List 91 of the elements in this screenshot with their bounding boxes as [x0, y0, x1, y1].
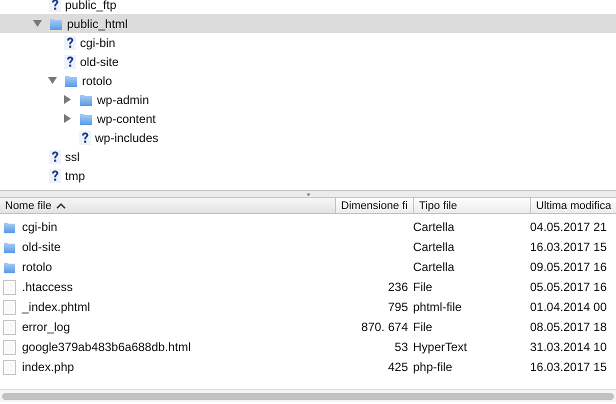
- file-size: 425: [388, 360, 409, 374]
- file-size: 795: [388, 300, 409, 314]
- modified-date: 04.05.2017 21: [530, 220, 608, 234]
- tree-item[interactable]: public_html: [0, 14, 616, 33]
- file-name: error_log: [22, 320, 70, 334]
- tree-item-label: ssl: [65, 150, 80, 164]
- tree-item-label: wp-includes: [95, 130, 158, 144]
- question-mark-icon: [64, 54, 76, 68]
- file-type: Cartella: [413, 220, 456, 234]
- tree-item[interactable]: tmp: [0, 166, 616, 185]
- file-name: rotolo: [22, 260, 52, 274]
- file-type: php-file: [413, 360, 454, 374]
- column-header[interactable]: Tipo file: [413, 198, 530, 213]
- file-name: google379ab483b6a688db.html: [22, 340, 191, 354]
- tree-item-label: wp-admin: [97, 92, 150, 106]
- tree-item[interactable]: wp-admin: [0, 90, 616, 109]
- file-name: _index.phtml: [22, 300, 90, 314]
- tree-item[interactable]: public_ftp: [0, 0, 616, 14]
- tree-item-label: old-site: [80, 54, 119, 68]
- file-row[interactable]: index.php 425 php-file 16.03.2017 15: [0, 357, 616, 377]
- sort-ascending-icon: [56, 202, 66, 208]
- modified-date: 05.05.2017 16: [530, 280, 608, 294]
- file-type: Cartella: [413, 240, 456, 254]
- modified-date: 16.03.2017 15: [530, 360, 608, 374]
- tree-item[interactable]: old-site: [0, 52, 616, 71]
- modified-date: 16.03.2017 15: [530, 240, 608, 254]
- file-name: cgi-bin: [22, 220, 58, 234]
- question-mark-icon: [49, 0, 61, 12]
- tree-item-label: cgi-bin: [80, 36, 116, 50]
- scrollbar-thumb[interactable]: [2, 392, 614, 400]
- modified-date: 31.03.2014 10: [530, 340, 608, 354]
- file-type: File: [413, 280, 434, 294]
- file-icon: [3, 360, 16, 374]
- folder-icon: [79, 92, 93, 106]
- tree-item-label: wp-content: [97, 112, 156, 126]
- tree-item-label: tmp: [65, 168, 86, 182]
- file-icon: [3, 280, 16, 294]
- file-icon: [3, 320, 16, 334]
- column-header-label: Dimensione fi: [341, 200, 408, 212]
- question-mark-icon: [49, 168, 61, 182]
- file-size: 236: [388, 280, 409, 294]
- file-type: File: [413, 320, 434, 334]
- expanded-triangle-icon[interactable]: [48, 76, 56, 85]
- file-type: phtml-file: [413, 300, 463, 314]
- question-mark-icon: [49, 150, 61, 164]
- file-name: old-site: [22, 240, 61, 254]
- file-name: .htaccess: [22, 280, 73, 294]
- file-row[interactable]: google379ab483b6a688db.html 53 HyperText 31.03.2014 10: [0, 337, 616, 357]
- tree-item-label: rotolo: [82, 74, 112, 88]
- column-header[interactable]: Dimensione fi: [335, 198, 413, 213]
- file-type: HyperText: [413, 340, 468, 354]
- question-mark-icon: [79, 130, 91, 144]
- collapsed-triangle-icon[interactable]: [62, 114, 72, 123]
- tree-item[interactable]: wp-includes: [0, 128, 616, 147]
- tree-item[interactable]: cgi-bin: [0, 33, 616, 52]
- tree-item-label: public_ftp: [65, 0, 116, 12]
- expanded-triangle-icon[interactable]: [32, 19, 42, 28]
- file-row[interactable]: rotolo Cartella 09.05.2017 16: [0, 257, 616, 277]
- folder-icon: [3, 260, 16, 274]
- folder-icon: [49, 16, 63, 30]
- horizontal-scrollbar[interactable]: [0, 389, 616, 402]
- modified-date: 08.05.2017 18: [530, 320, 608, 334]
- column-header-label: Ultima modifica: [536, 200, 612, 212]
- column-header[interactable]: Ultima modifica: [530, 198, 616, 213]
- tree-item[interactable]: ssl: [0, 147, 616, 166]
- file-row[interactable]: cgi-bin Cartella 04.05.2017 21: [0, 217, 616, 237]
- tree-item-label: public_html: [67, 16, 128, 30]
- collapsed-triangle-icon[interactable]: [62, 95, 72, 104]
- column-header-label: Tipo file: [419, 200, 458, 212]
- file-icon: [3, 340, 16, 354]
- folder-icon: [64, 74, 78, 88]
- folder-icon: [79, 112, 93, 126]
- modified-date: 09.05.2017 16: [530, 260, 608, 274]
- folder-icon: [3, 220, 16, 234]
- question-mark-icon: [64, 36, 76, 50]
- tree-item[interactable]: wp-content: [0, 109, 616, 128]
- file-type: Cartella: [413, 260, 456, 274]
- column-header-label: Nome file: [5, 200, 52, 212]
- file-row[interactable]: error_log 870. 674 File 08.05.2017 18: [0, 317, 616, 337]
- folder-icon: [3, 240, 16, 254]
- file-row[interactable]: .htaccess 236 File 05.05.2017 16: [0, 277, 616, 297]
- file-name: index.php: [22, 360, 74, 374]
- modified-date: 01.04.2014 00: [530, 300, 608, 314]
- column-header[interactable]: Nome file: [0, 198, 335, 213]
- file-size: 870. 674: [361, 320, 409, 334]
- file-size: 53: [394, 340, 409, 354]
- tree-item[interactable]: rotolo: [0, 71, 616, 90]
- file-row[interactable]: _index.phtml 795 phtml-file 01.04.2014 00: [0, 297, 616, 317]
- file-icon: [3, 300, 16, 314]
- splitter-handle[interactable]: [306, 192, 310, 196]
- file-row[interactable]: old-site Cartella 16.03.2017 15: [0, 237, 616, 257]
